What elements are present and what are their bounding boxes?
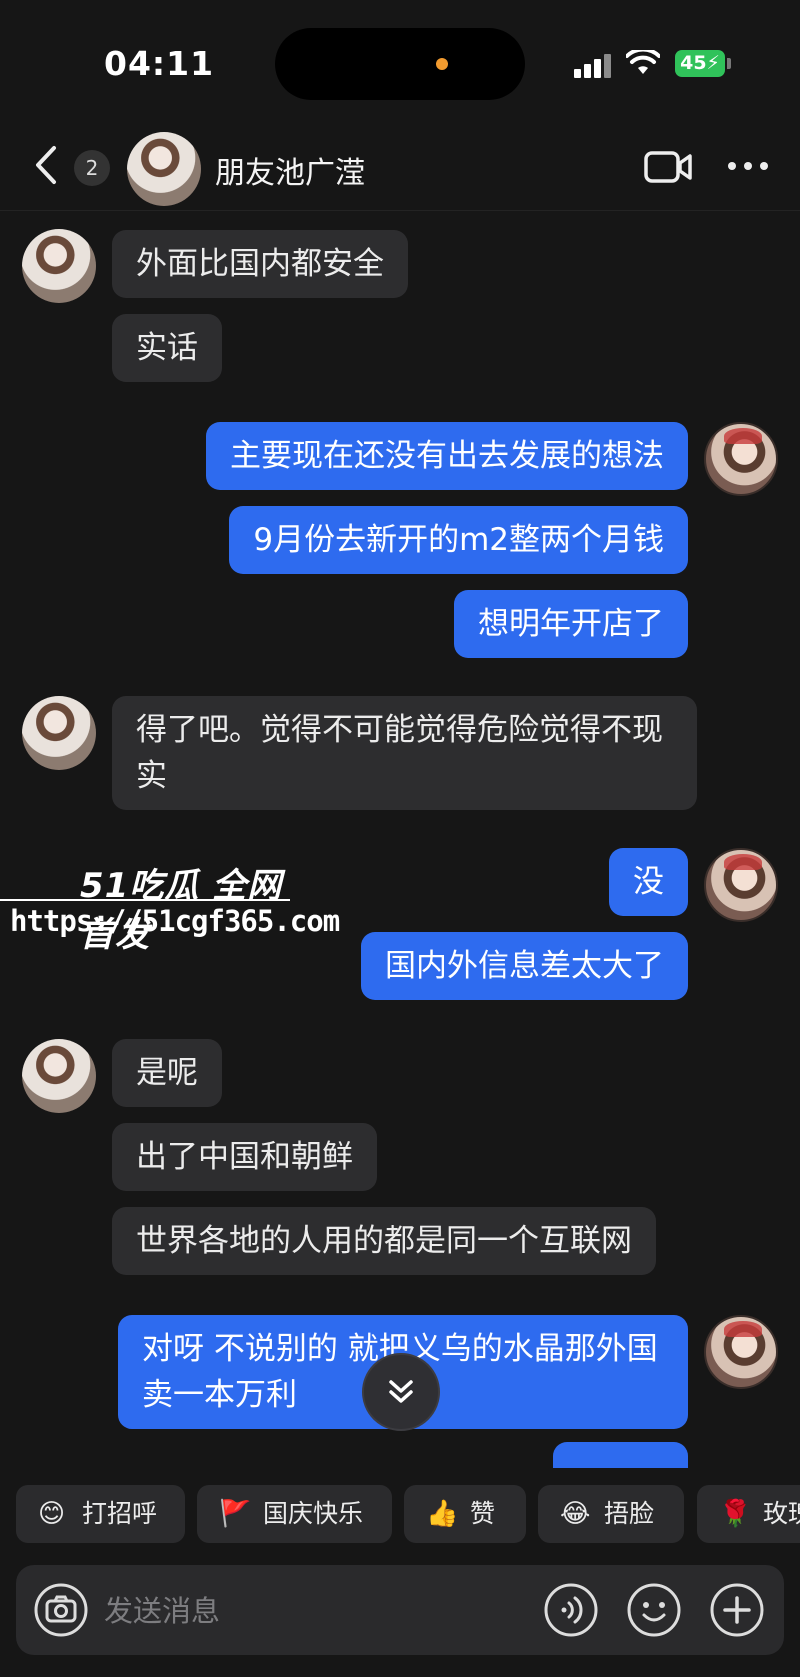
message-bubble-incoming[interactable]: 出了中国和朝鲜 [112,1123,377,1191]
my-avatar[interactable] [704,1315,778,1389]
message-bubble-outgoing-partial[interactable] [553,1442,688,1468]
status-bar: 04:11 45⚡ [0,0,800,120]
quick-reply-label: 捂脸 [604,1499,655,1528]
camera-icon[interactable] [34,1583,88,1637]
double-chevron-down-icon [389,1380,413,1403]
quick-reply-chip[interactable]: 😊 打招呼 [16,1485,185,1543]
chat-header: 2 朋友池广滢 [0,122,800,211]
voice-icon[interactable] [544,1583,598,1637]
battery-level: 45 [680,52,707,74]
message-bubble-incoming[interactable]: 实话 [112,314,222,382]
watermark: 51吃瓜 全网首发 https://51cgf365.com [0,858,340,955]
message-bubble-incoming[interactable]: 得了吧。觉得不可能觉得危险觉得不现实 [112,696,697,810]
dynamic-island [275,28,525,100]
flag-emoji-icon: 🚩 [219,1499,252,1529]
message-bubble-incoming[interactable]: 外面比国内都安全 [112,230,408,298]
privacy-indicator-dot [436,58,448,70]
laughing-emoji-icon: 😂 [560,1499,591,1529]
watermark-divider [0,899,290,901]
quick-reply-bar: 😊 打招呼 🚩 国庆快乐 👍 赞 😂 捂脸 🌹 玫瑰 [0,1480,800,1550]
status-time: 04:11 [104,44,215,83]
more-options-icon[interactable] [726,160,770,172]
message-bubble-outgoing[interactable]: 主要现在还没有出去发展的想法 [206,422,688,490]
quick-reply-chip[interactable]: 🌹 玫瑰 [697,1485,800,1543]
scroll-to-bottom-button[interactable] [362,1353,440,1431]
quick-reply-label: 打招呼 [82,1499,158,1528]
message-bubble-outgoing[interactable]: 想明年开店了 [454,590,688,658]
back-arrow-icon[interactable] [30,142,60,188]
contact-avatar[interactable] [22,229,96,303]
message-bubble-outgoing[interactable]: 国内外信息差太大了 [361,932,688,1000]
quick-reply-label: 玫瑰 [763,1499,800,1528]
rose-emoji-icon: 🌹 [719,1499,752,1529]
quick-reply-label: 赞 [470,1499,496,1528]
plus-icon[interactable] [710,1583,764,1637]
quick-reply-chip[interactable]: 🚩 国庆快乐 [197,1485,392,1543]
thumbs-up-emoji-icon: 👍 [426,1499,459,1529]
battery-indicator: 45⚡ [675,50,725,77]
quick-reply-chip[interactable]: 👍 赞 [404,1485,526,1543]
my-avatar[interactable] [704,848,778,922]
contact-avatar[interactable] [22,1039,96,1113]
watermark-url: https://51cgf365.com [10,904,340,938]
message-input[interactable]: 发送消息 [104,1588,220,1630]
cellular-signal-icon [574,52,614,78]
message-input-bar[interactable]: 发送消息 [16,1565,784,1655]
message-bubble-incoming[interactable]: 世界各地的人用的都是同一个互联网 [112,1207,656,1275]
smile-emoji-icon: 😊 [38,1499,66,1529]
contact-avatar[interactable] [127,132,201,206]
my-avatar[interactable] [704,422,778,496]
contact-name[interactable]: 朋友池广滢 [215,148,365,192]
battery-tip [727,58,731,69]
message-bubble-outgoing[interactable]: 9月份去新开的m2整两个月钱 [229,506,688,574]
unread-count-badge: 2 [74,150,110,186]
contact-avatar[interactable] [22,696,96,770]
emoji-icon[interactable] [627,1583,681,1637]
video-call-icon[interactable] [644,150,692,184]
wifi-icon [626,50,660,74]
message-bubble-outgoing[interactable]: 没 [609,848,688,916]
quick-reply-label: 国庆快乐 [263,1499,364,1528]
message-bubble-incoming[interactable]: 是呢 [112,1039,222,1107]
quick-reply-chip[interactable]: 😂 捂脸 [538,1485,684,1543]
